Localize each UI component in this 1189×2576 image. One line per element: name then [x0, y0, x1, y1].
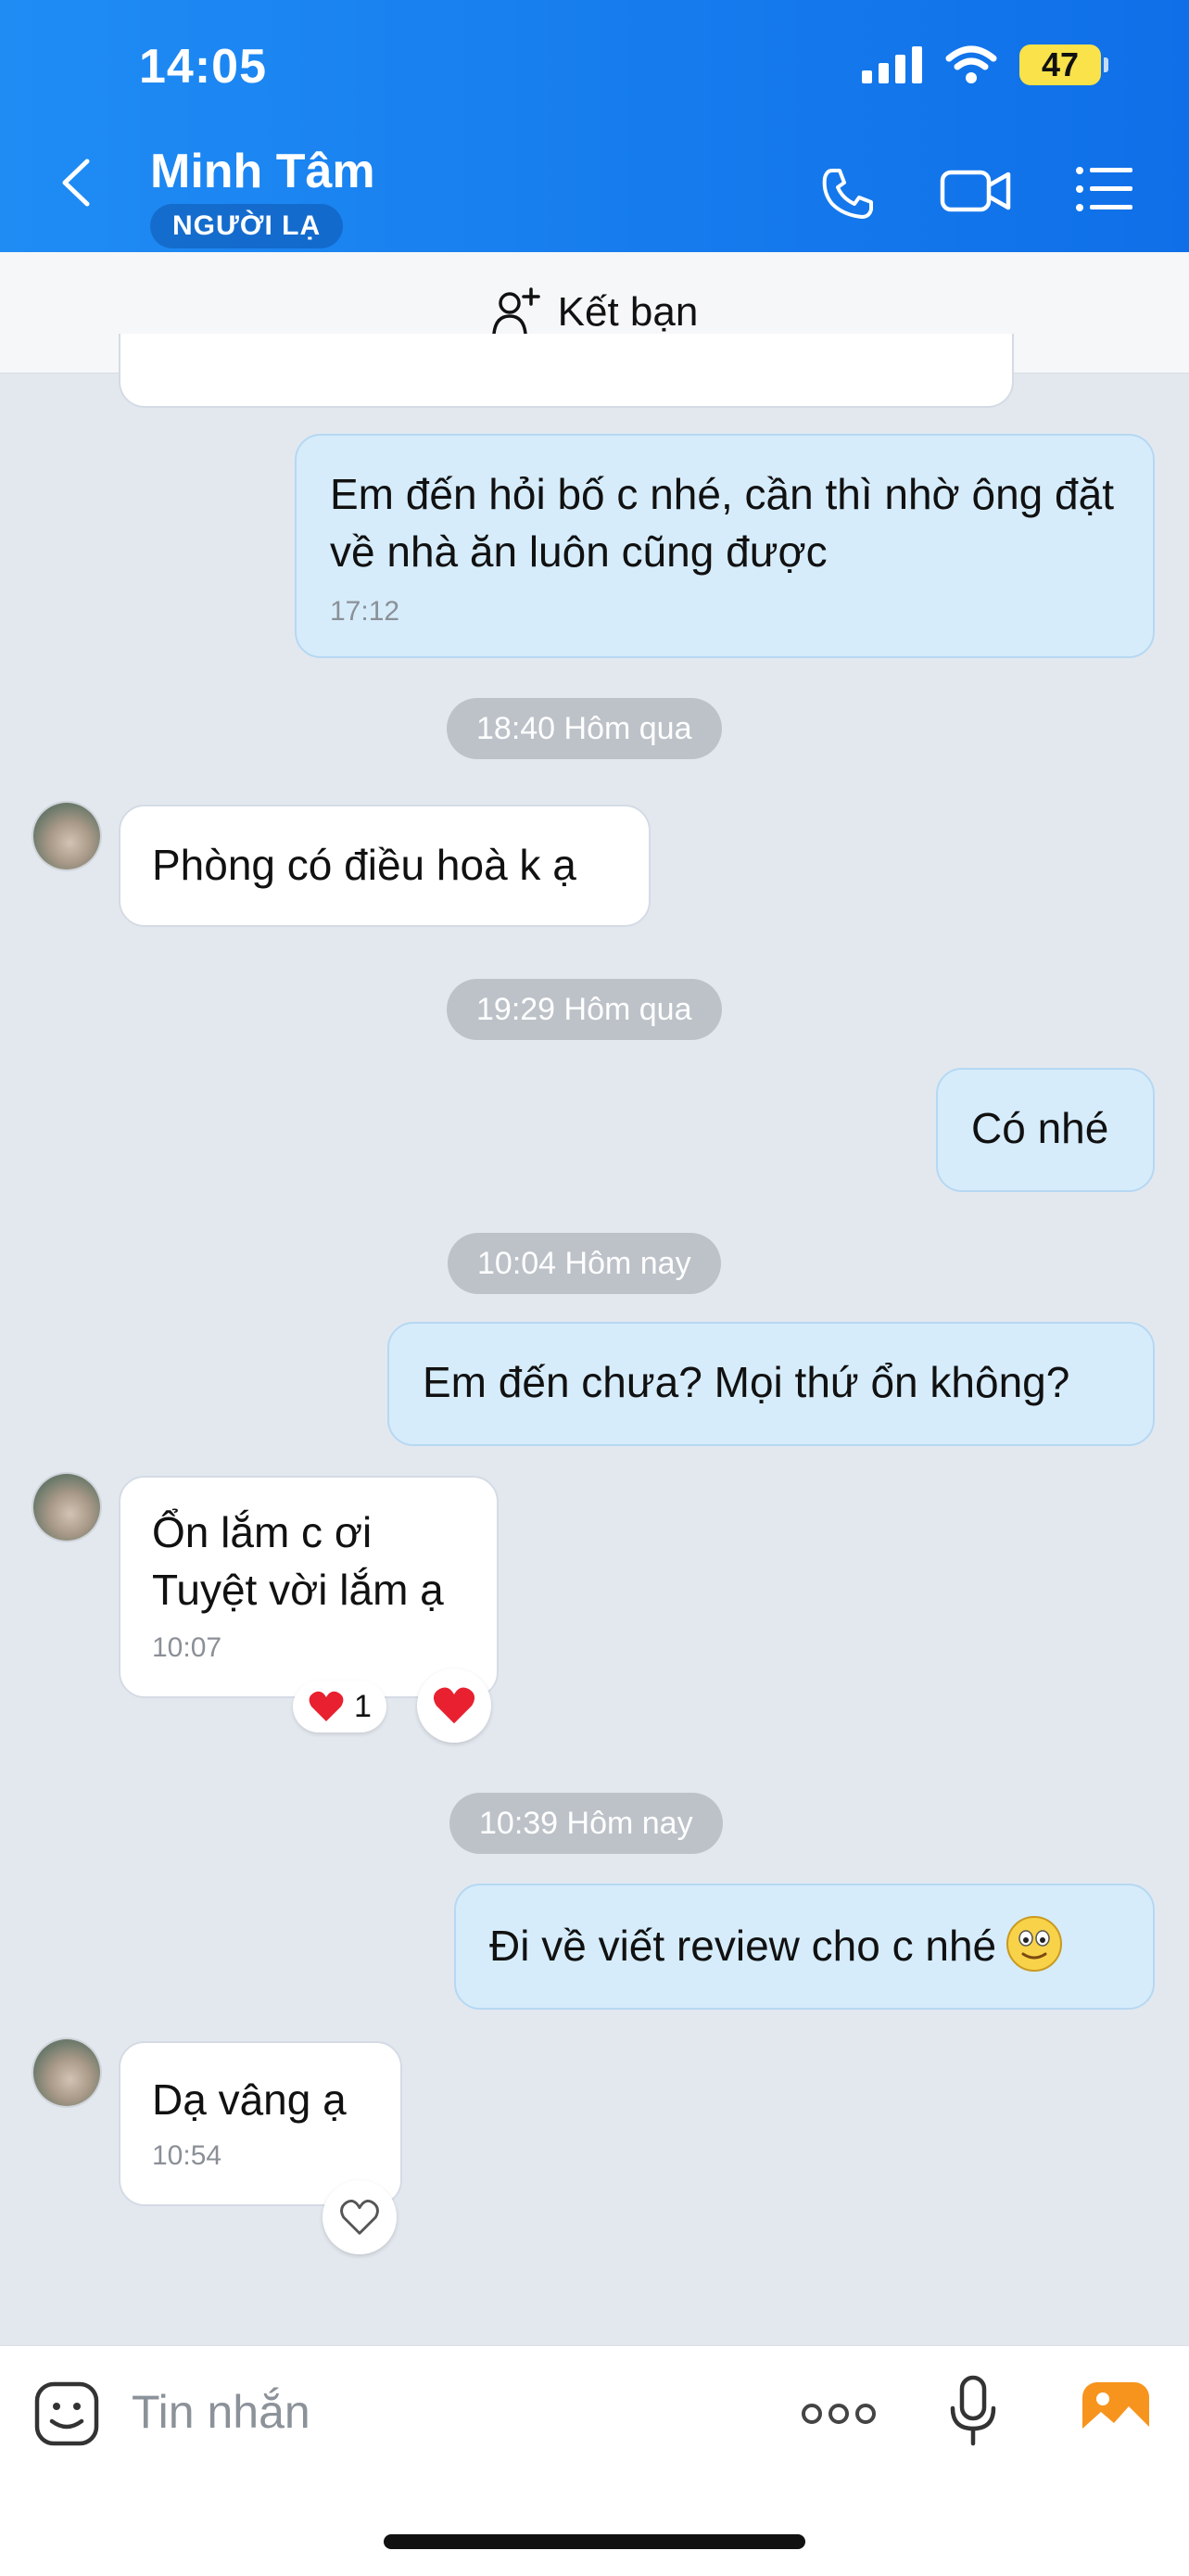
- reaction-count: 1: [354, 1688, 372, 1724]
- status-icons: 47: [862, 44, 1108, 85]
- more-dots-icon: [802, 2404, 876, 2424]
- contact-name[interactable]: Minh Tâm: [150, 144, 375, 199]
- message-text: Dạ vâng ạ: [152, 2075, 347, 2124]
- microphone-icon: [950, 2375, 996, 2446]
- signal-icon: [862, 46, 922, 83]
- sticker-button[interactable]: [33, 2380, 100, 2452]
- gallery-button[interactable]: [1081, 2380, 1151, 2450]
- message-bubble-outgoing[interactable]: Em đến hỏi bố c nhé, cần thì nhờ ông đặt…: [295, 434, 1155, 658]
- add-friend-label: Kết bạn: [557, 289, 699, 335]
- message-bubble-incoming[interactable]: Phòng có điều hoà k ạ: [119, 805, 651, 927]
- home-indicator: [384, 2534, 805, 2549]
- back-button[interactable]: [59, 158, 91, 212]
- message-text: Phòng có điều hoà k ạ: [152, 841, 576, 889]
- sticker-icon: [34, 2381, 99, 2446]
- message-text: Đi về viết review cho c nhé: [489, 1922, 997, 1970]
- date-divider: 19:29 Hôm qua: [447, 979, 722, 1040]
- date-divider: 10:39 Hôm nay: [449, 1793, 723, 1854]
- avatar[interactable]: [33, 1474, 100, 1541]
- add-user-icon: [491, 287, 540, 336]
- message-text: Có nhé: [971, 1104, 1109, 1152]
- message-bubble-incoming[interactable]: [119, 334, 1014, 408]
- video-call-button[interactable]: [940, 165, 1012, 222]
- voice-message-button[interactable]: [949, 2375, 997, 2454]
- battery-indicator: 47: [1019, 44, 1108, 85]
- date-divider: 18:40 Hôm qua: [447, 698, 722, 759]
- heart-filled-icon: [433, 1687, 475, 1724]
- chat-header: 14:05 47 Minh Tâm NGƯỜI LẠ: [0, 0, 1189, 252]
- menu-button[interactable]: [1075, 165, 1134, 218]
- status-time: 14:05: [139, 40, 267, 94]
- message-bubble-outgoing[interactable]: Em đến chưa? Mọi thứ ổn không?: [387, 1322, 1155, 1446]
- avatar[interactable]: [33, 2039, 100, 2106]
- smiley-emoji-icon: [1006, 1916, 1063, 1972]
- wifi-icon: [945, 45, 997, 83]
- video-camera-icon: [940, 170, 1011, 212]
- chevron-left-icon: [62, 159, 90, 207]
- stranger-badge: NGƯỜI LẠ: [150, 204, 344, 248]
- image-gallery-icon: [1082, 2382, 1149, 2443]
- message-bubble-outgoing[interactable]: Có nhé: [936, 1068, 1155, 1192]
- avatar[interactable]: [33, 803, 100, 869]
- message-text: Em đến hỏi bố c nhé, cần thì nhờ ông đặt…: [330, 470, 1114, 576]
- date-divider: 10:04 Hôm nay: [448, 1233, 721, 1294]
- message-input[interactable]: Tin nhắn: [132, 2385, 310, 2439]
- reaction-summary[interactable]: 1: [293, 1681, 386, 1732]
- message-text-line: Tuyệt vời lắm ạ: [152, 1566, 444, 1614]
- heart-outline-icon: [340, 2200, 379, 2235]
- message-time: 10:54: [152, 2140, 222, 2171]
- message-text: Em đến chưa? Mọi thứ ổn không?: [423, 1358, 1070, 1406]
- call-button[interactable]: [819, 165, 877, 227]
- list-menu-icon: [1076, 167, 1132, 211]
- more-button[interactable]: [801, 2395, 877, 2437]
- phone-icon: [822, 169, 873, 219]
- message-time: 17:12: [330, 596, 400, 627]
- message-time: 10:07: [152, 1632, 222, 1663]
- react-button[interactable]: [323, 2180, 397, 2254]
- heart-icon: [309, 1691, 344, 1721]
- react-button[interactable]: [417, 1669, 491, 1743]
- message-text-line: Ổn lắm c ơi: [152, 1508, 373, 1556]
- message-bubble-outgoing[interactable]: Đi về viết review cho c nhé: [454, 1884, 1155, 2010]
- message-bubble-incoming[interactable]: Ổn lắm c ơi Tuyệt vời lắm ạ 10:07: [119, 1476, 499, 1698]
